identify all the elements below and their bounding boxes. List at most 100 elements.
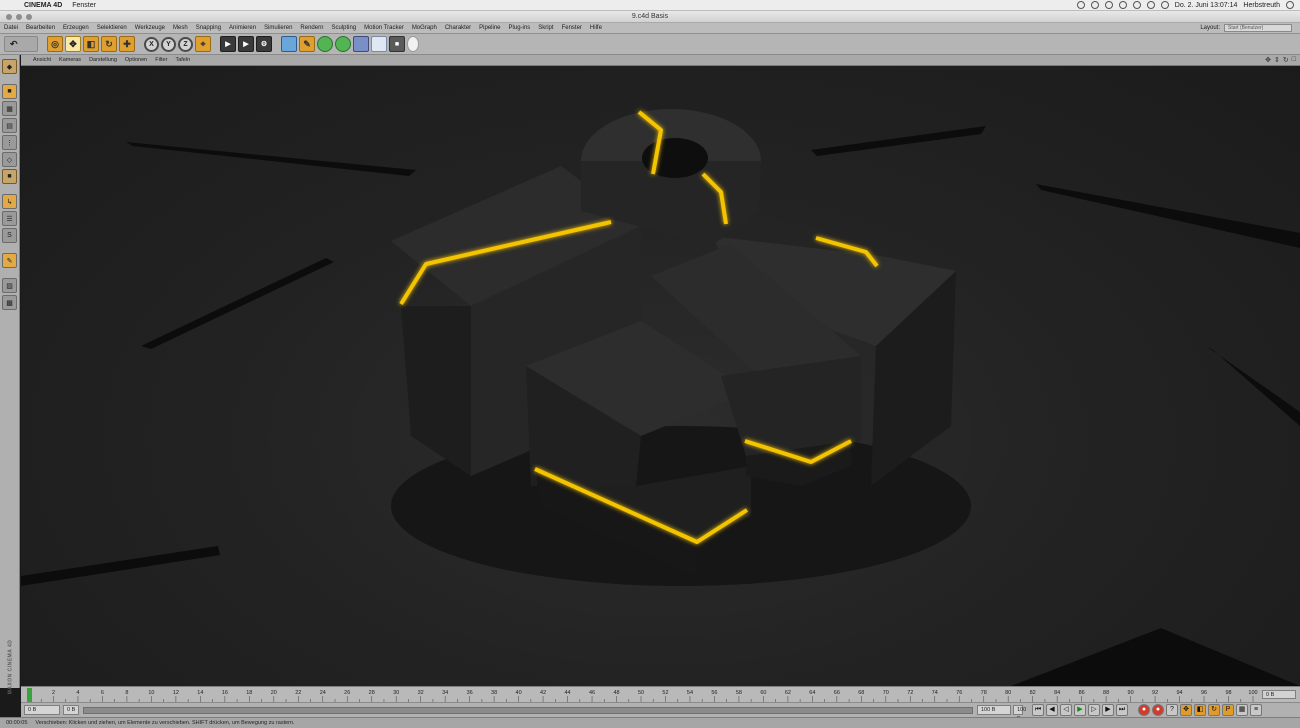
menu-snapping[interactable]: Snapping (196, 25, 221, 31)
axis-x-lock[interactable]: X (144, 36, 159, 52)
range-slider-thumb[interactable] (84, 707, 972, 713)
menu-datei[interactable]: Datei (4, 25, 18, 31)
make-editable-icon[interactable]: ◆ (2, 59, 17, 74)
menu-werkzeuge[interactable]: Werkzeuge (135, 25, 165, 31)
menu-simulieren[interactable]: Simulieren (264, 25, 292, 31)
record-icon[interactable]: ● (1138, 704, 1150, 716)
menu-mograph[interactable]: MoGraph (412, 25, 437, 31)
next-frame-icon[interactable]: ▷ (1088, 704, 1100, 716)
undo-button[interactable]: ↶ (4, 36, 38, 52)
prev-key-icon[interactable]: ◀ (1046, 704, 1058, 716)
next-key-icon[interactable]: ▶ (1102, 704, 1114, 716)
tweak-mode-icon[interactable]: ☰ (2, 211, 17, 226)
menubar-user[interactable]: Herbstreuth (1243, 2, 1280, 9)
points-mode-icon[interactable]: ⋮ (2, 135, 17, 150)
wifi-icon[interactable] (1146, 1, 1155, 9)
timeline-ruler[interactable]: 0246810121416182022242628303234363840424… (21, 686, 1300, 702)
pan-icon[interactable]: ✥ (1265, 56, 1271, 64)
menu-hilfe[interactable]: Hilfe (590, 25, 602, 31)
3d-viewport[interactable] (21, 66, 1300, 686)
viewport-menu-ansicht[interactable]: Ansicht (33, 57, 51, 63)
enable-axis-icon[interactable]: ↳ (2, 194, 17, 209)
layout-select[interactable]: Start (Benutzer) (1224, 24, 1292, 32)
bluetooth-icon[interactable] (1118, 1, 1127, 9)
minimize-window-button[interactable] (16, 14, 22, 20)
camera-icon[interactable]: ■ (389, 36, 405, 52)
menu-selektieren[interactable]: Selektieren (97, 25, 127, 31)
prev-frame-icon[interactable]: ◁ (1060, 704, 1072, 716)
model-mode-icon[interactable]: ■ (2, 84, 17, 99)
goto-start-icon[interactable]: ⏮ (1032, 704, 1044, 716)
maximize-view-icon[interactable]: □ (1292, 56, 1296, 64)
sync-icon[interactable] (1090, 1, 1099, 9)
viewport-menu-tafeln[interactable]: Tafeln (175, 57, 190, 63)
workplane-lock-icon[interactable]: ▨ (2, 278, 17, 293)
key-rotation-icon[interactable]: ↻ (1208, 704, 1220, 716)
zoom-icon[interactable]: ⇕ (1274, 56, 1280, 64)
render-picture-viewer-icon[interactable]: ▶ (238, 36, 254, 52)
play-icon[interactable]: ▶ (1074, 704, 1086, 716)
menu-animieren[interactable]: Animieren (229, 25, 256, 31)
orbit-icon[interactable]: ↻ (1283, 56, 1289, 64)
zoom-window-button[interactable] (26, 14, 32, 20)
rotate-tool-icon[interactable]: ↻ (101, 36, 117, 52)
menu-erzeugen[interactable]: Erzeugen (63, 25, 89, 31)
goto-end-icon[interactable]: ⏭ (1116, 704, 1128, 716)
menu-bearbeiten[interactable]: Bearbeiten (26, 25, 55, 31)
transform-tool-icon[interactable]: ✚ (119, 36, 135, 52)
key-param-icon[interactable]: P (1222, 704, 1234, 716)
viewport-menu-optionen[interactable]: Optionen (125, 57, 147, 63)
menu-motion-tracker[interactable]: Motion Tracker (364, 25, 404, 31)
max-frame-field[interactable]: 100 B (1013, 705, 1026, 722)
pen-spline-icon[interactable]: ✎ (299, 36, 315, 52)
app-menu[interactable]: CINEMA 4D (24, 2, 62, 9)
menu-plug-ins[interactable]: Plug-ins (509, 25, 531, 31)
preview-range-slider[interactable] (83, 706, 973, 714)
menu-mesh[interactable]: Mesh (173, 25, 188, 31)
battery-icon[interactable] (1160, 1, 1169, 9)
coordinate-system-icon[interactable]: ⌖ (195, 36, 211, 52)
render-view-icon[interactable]: ▶ (220, 36, 236, 52)
subdivision-surface-icon[interactable] (317, 36, 333, 52)
spotlight-icon[interactable] (1286, 1, 1294, 9)
edges-mode-icon[interactable]: ◇ (2, 152, 17, 167)
menu-skript[interactable]: Skript (538, 25, 553, 31)
viewport-menu-kameras[interactable]: Kameras (59, 57, 81, 63)
light-icon[interactable] (407, 36, 419, 52)
grid-icon[interactable]: ▩ (2, 295, 17, 310)
cloner-icon[interactable] (335, 36, 351, 52)
current-frame-field[interactable]: 0 B (24, 705, 60, 715)
key-scale-icon[interactable]: ◧ (1194, 704, 1206, 716)
axis-y-lock[interactable]: Y (161, 36, 176, 52)
key-pla-icon[interactable]: ▦ (1236, 704, 1248, 716)
menubar-clock[interactable]: Do. 2. Juni 13:07:14 (1175, 2, 1238, 9)
polygons-mode-icon[interactable]: ■ (2, 169, 17, 184)
menu-pipeline[interactable]: Pipeline (479, 25, 500, 31)
time-machine-icon[interactable] (1104, 1, 1113, 9)
live-selection-icon[interactable]: ◎ (47, 36, 63, 52)
texture-mode-icon[interactable]: ▦ (2, 101, 17, 116)
viewport-menu-darstellung[interactable]: Darstellung (89, 57, 117, 63)
deformer-icon[interactable] (353, 36, 369, 52)
keyframe-selection-icon[interactable]: ? (1166, 704, 1178, 716)
axis-z-lock[interactable]: Z (178, 36, 193, 52)
menu-fenster[interactable]: Fenster (562, 25, 582, 31)
menu-charakter[interactable]: Charakter (445, 25, 471, 31)
autokey-icon[interactable]: ● (1152, 704, 1164, 716)
timeline-playhead[interactable] (27, 688, 32, 702)
menu-rendern[interactable]: Rendern (300, 25, 323, 31)
volume-icon[interactable] (1132, 1, 1141, 9)
range-start-field[interactable]: 0 B (63, 705, 79, 715)
scale-tool-icon[interactable]: ◧ (83, 36, 99, 52)
menu-sculpting[interactable]: Sculpting (331, 25, 356, 31)
move-tool-icon[interactable]: ✥ (65, 36, 81, 52)
cube-primitive-icon[interactable] (281, 36, 297, 52)
timeline-settings-icon[interactable]: ≡ (1250, 704, 1262, 716)
menubar-item-fenster[interactable]: Fenster (72, 2, 96, 9)
floor-environment-icon[interactable] (371, 36, 387, 52)
paint-icon[interactable]: ✎ (2, 253, 17, 268)
close-window-button[interactable] (6, 14, 12, 20)
range-end-field[interactable]: 100 B (977, 705, 1011, 715)
render-settings-icon[interactable]: ⚙ (256, 36, 272, 52)
snap-icon[interactable]: S (2, 228, 17, 243)
